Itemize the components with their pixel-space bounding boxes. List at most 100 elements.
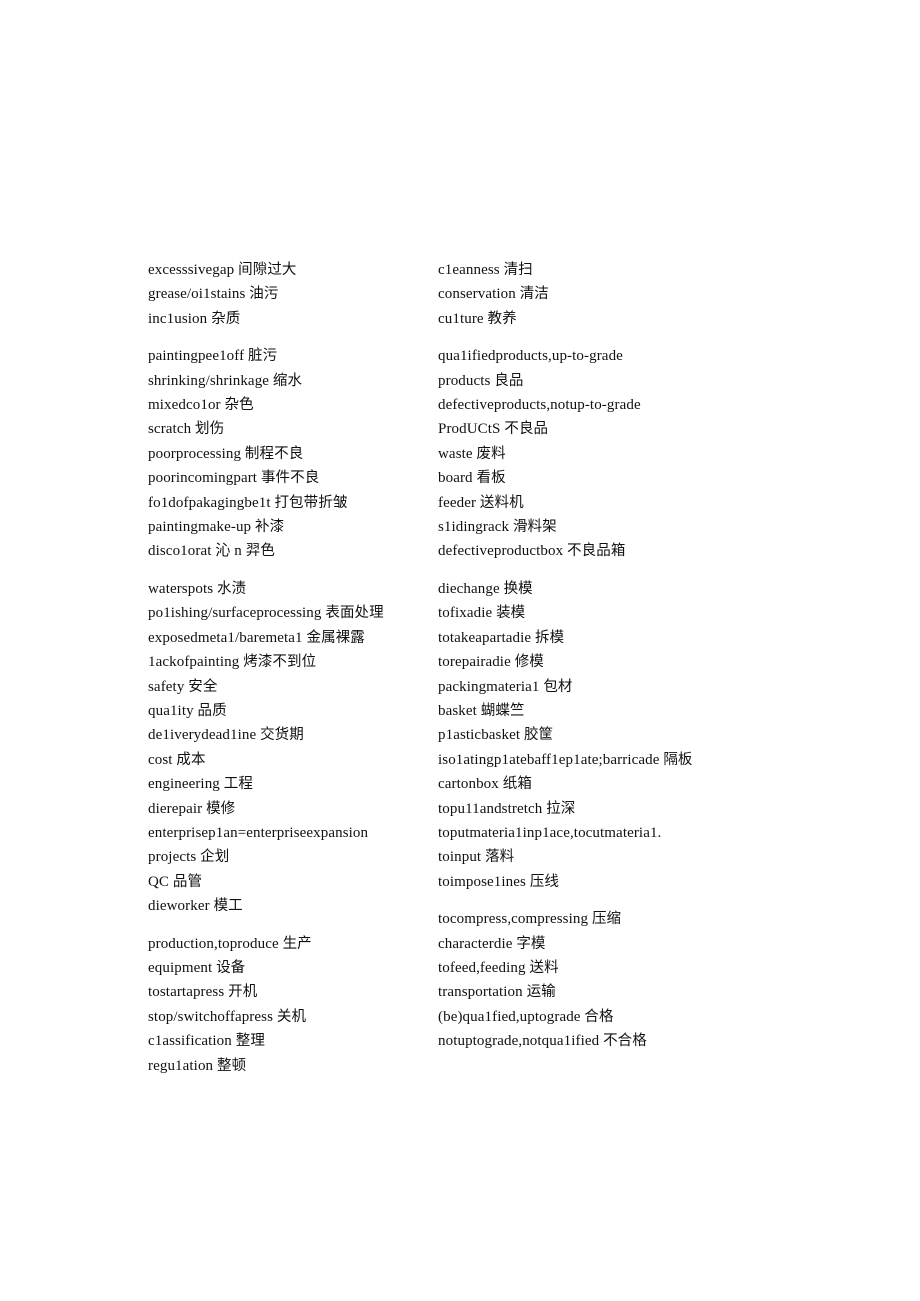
glossary-entry-term-cn: 清扫 — [503, 262, 533, 278]
glossary-entry: dierepair 模修 — [148, 797, 438, 821]
glossary-entry-term-cn: 换模 — [503, 580, 533, 597]
glossary-entry-term-en: QC — [148, 873, 173, 890]
glossary-entry-term-cn: 教养 — [487, 310, 517, 327]
glossary-entry: equipment 设备 — [148, 956, 438, 980]
glossary-entry-term-cn: 补漆 — [255, 519, 285, 536]
glossary-entry-term-cn: 清洁 — [519, 286, 549, 303]
glossary-entry: tostartapress 开机 — [148, 980, 438, 1004]
glossary-entry: cu1ture 教养 — [438, 307, 728, 331]
glossary-entry-term-cn: 整理 — [235, 1033, 265, 1050]
glossary-entry: board 看板 — [438, 466, 728, 490]
glossary-two-column-layout: excesssivegap 间隙过大 grease/oi1stains 油污 inc… — [148, 258, 788, 1078]
glossary-entry-term-en: transportation — [438, 984, 527, 1001]
glossary-entry: engineering 工程 — [148, 772, 438, 796]
glossary-entry-term-en: iso1atingp1atebaff1ep1ate;barricade — [438, 751, 664, 768]
glossary-entry-term-cn: 包材 — [543, 678, 573, 695]
glossary-group: production,toproduce 生产 equipment 设备 tosta… — [148, 932, 438, 1078]
glossary-entry-term-en: p1asticbasket — [438, 727, 524, 744]
glossary-entry: disco1orat 沁 n 羿色 — [148, 539, 438, 563]
glossary-entry: poorprocessing 制程不良 — [148, 442, 438, 466]
glossary-entry: excesssivegap 间隙过大 — [148, 258, 438, 282]
glossary-entry: cost 成本 — [148, 748, 438, 772]
glossary-entry: dieworker 模工 — [148, 894, 438, 918]
glossary-entry-term-en: cu1ture — [438, 310, 488, 327]
glossary-entry-term-cn: 杂色 — [224, 397, 254, 414]
glossary-entry: topu11andstretch 拉深 — [438, 797, 728, 821]
glossary-entry-term-cn: 隔板 — [663, 751, 693, 768]
glossary-entry-term-cn: 表面处理 — [325, 605, 384, 622]
glossary-entry: defectiveproducts,notup-to-grade — [438, 393, 728, 417]
glossary-entry-term-cn: 羿色 — [245, 543, 275, 560]
glossary-entry: conservation 清洁 — [438, 282, 728, 306]
glossary-entry: paintingpee1off 脏污 — [148, 344, 438, 368]
glossary-entry-term-cn: 合格 — [584, 1008, 614, 1025]
glossary-entry: grease/oi1stains 油污 — [148, 282, 438, 306]
glossary-entry: s1idingrack 滑料架 — [438, 515, 728, 539]
glossary-entry-term-cn: 压缩 — [591, 911, 622, 928]
glossary-entry-term-en: packingmateria1 — [438, 678, 544, 695]
glossary-entry: torepairadie 修模 — [438, 650, 728, 674]
glossary-entry-term-en: waterspots — [148, 580, 218, 597]
glossary-entry-term-en: projects — [148, 849, 201, 866]
glossary-entry-term-en: waste — [438, 445, 477, 462]
glossary-entry: toinput 落料 — [438, 845, 728, 869]
glossary-entry-term-en: defectiveproductbox — [438, 543, 568, 560]
glossary-group: waterspots 水渍 po1ishing/surfaceprocessing… — [148, 577, 438, 919]
glossary-entry: paintingmake-up 补漆 — [148, 515, 438, 539]
glossary-group: tocompress,compressing 压缩 characterdie 字模… — [438, 907, 728, 1053]
glossary-entry: de1iverydead1ine 交货期 — [148, 723, 438, 747]
glossary-entry-term-en: engineering — [148, 776, 224, 793]
glossary-entry: po1ishing/surfaceprocessing 表面处理 — [148, 601, 438, 625]
glossary-entry-term-en: characterdie — [438, 935, 517, 952]
glossary-entry-term-cn: 良品 — [494, 372, 524, 389]
glossary-entry-term-cn: 划伤 — [195, 421, 225, 438]
glossary-entry-term-cn: 烤漆不到位 — [243, 654, 317, 671]
glossary-entry-term-en: ProdUCtS — [438, 421, 505, 438]
glossary-entry-term-cn: 品管 — [172, 873, 203, 890]
glossary-entry-term-cn: 蝴蝶竺 — [480, 702, 525, 719]
glossary-entry-term-en: c1eanness — [438, 262, 504, 278]
glossary-entry-term-en: regu1ation — [148, 1057, 217, 1074]
glossary-entry-term-cn: 装模 — [496, 605, 526, 622]
glossary-entry: (be)qua1fied,uptograde 合格 — [438, 1005, 728, 1029]
glossary-entry-term-en: (be)qua1fied,uptograde — [438, 1008, 585, 1025]
glossary-entry: cartonbox 纸箱 — [438, 772, 728, 796]
glossary-entry: iso1atingp1atebaff1ep1ate;barricade 隔板 — [438, 748, 728, 772]
glossary-entry-term-cn: 成本 — [176, 751, 206, 768]
glossary-entry-term-cn: 间隙过大 — [238, 262, 297, 278]
glossary-entry: tofixadie 装模 — [438, 601, 728, 625]
glossary-entry-term-cn: 送料机 — [479, 494, 524, 511]
glossary-entry: stop/switchoffapress 关机 — [148, 1005, 438, 1029]
glossary-entry-term-en: exposedmeta1/baremeta1 — [148, 629, 307, 646]
glossary-entry-term-cn: 事件不良 — [260, 470, 320, 487]
glossary-entry: tofeed,feeding 送料 — [438, 956, 728, 980]
glossary-entry-term-en: mixedco1or — [148, 397, 225, 414]
glossary-entry-term-en: enterprisep1an=enterpriseexpansion — [148, 824, 369, 841]
glossary-entry-term-cn: 看板 — [476, 470, 506, 487]
glossary-entry-term-cn: 开机 — [228, 984, 258, 1001]
glossary-entry-term-cn: 拆模 — [534, 629, 565, 646]
glossary-entry-term-cn: 压线 — [529, 873, 560, 890]
glossary-entry: enterprisep1an=enterpriseexpansion — [148, 821, 438, 845]
glossary-entry-term-en: tostartapress — [148, 984, 229, 1001]
glossary-entry-term-en: basket — [438, 702, 481, 719]
glossary-entry-term-cn: 缩水 — [272, 372, 303, 389]
glossary-entry-term-en: tofeed,feeding — [438, 959, 530, 976]
glossary-entry: poorincomingpart 事件不良 — [148, 466, 438, 490]
glossary-entry: qua1ity 品质 — [148, 699, 438, 723]
glossary-entry: transportation 运输 — [438, 980, 728, 1004]
glossary-entry: safety 安全 — [148, 675, 438, 699]
glossary-entry-term-en: defectiveproducts,notup-to-grade — [438, 397, 641, 414]
glossary-entry: toimpose1ines 压线 — [438, 870, 728, 894]
glossary-entry-term-cn: 不良品 — [504, 421, 549, 438]
glossary-entry-term-en: board — [438, 470, 477, 487]
glossary-entry: c1assification 整理 — [148, 1029, 438, 1053]
glossary-group: qua1ifiedproducts,up-to-grade products 良品… — [438, 344, 728, 564]
glossary-entry-term-en: poorincomingpart — [148, 470, 261, 487]
glossary-entry-term-en: stop/switchoffapress — [148, 1008, 277, 1025]
glossary-entry-term-en: tocompress,compressing — [438, 911, 592, 928]
glossary-entry-term-en: scratch — [148, 421, 196, 438]
glossary-group: diechange 换模 tofixadie 装模 totakeapartadie … — [438, 577, 728, 894]
glossary-entry: fo1dofpakagingbe1t 打包带折皱 — [148, 491, 438, 515]
glossary-entry-term-en: dierepair — [148, 800, 207, 817]
